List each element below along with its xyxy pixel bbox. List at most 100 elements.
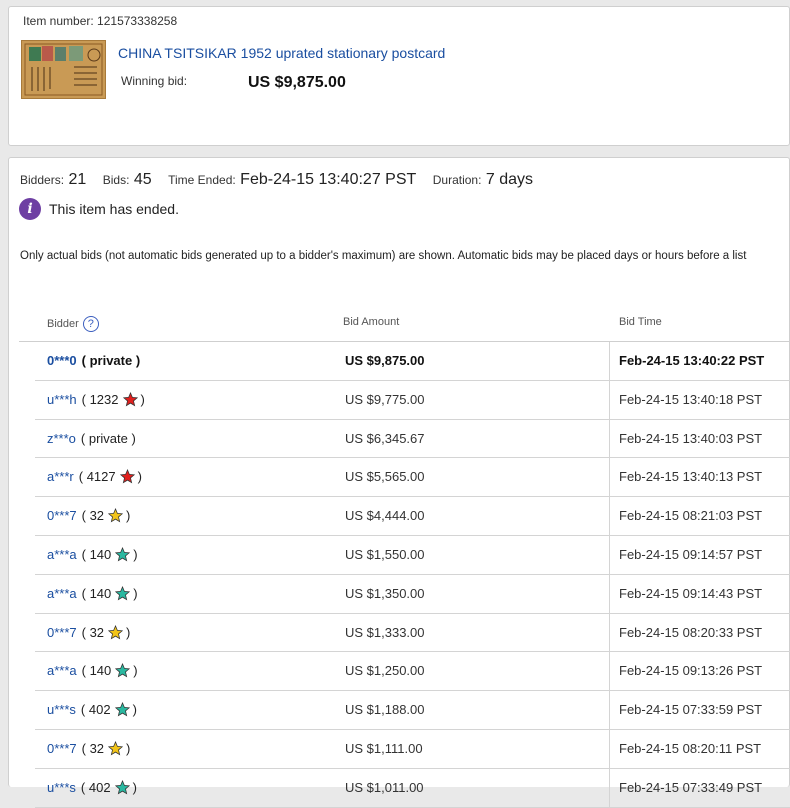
- bidder-feedback: ( 4127: [78, 469, 116, 485]
- column-header-time: Bid Time: [619, 316, 662, 328]
- teal-star-icon[interactable]: [115, 546, 131, 562]
- column-separator: [609, 458, 610, 497]
- teal-star-icon[interactable]: [114, 702, 130, 717]
- bid-time: Feb-24-15 07:33:59 PST: [619, 702, 763, 718]
- yellow-star-icon[interactable]: [108, 740, 124, 756]
- time-ended-label: Time Ended:: [168, 173, 236, 187]
- bidder-name-link[interactable]: 0***0: [47, 353, 77, 368]
- teal-star-icon[interactable]: [115, 663, 131, 678]
- item-ended-notice: i This item has ended.: [19, 198, 179, 220]
- teal-star-icon[interactable]: [115, 585, 131, 601]
- bid-time: Feb-24-15 08:21:03 PST: [619, 508, 763, 524]
- bid-time: Feb-24-15 08:20:33 PST: [619, 624, 763, 640]
- bidder-name-link[interactable]: u***h: [47, 392, 77, 407]
- info-icon: i: [19, 198, 41, 220]
- bidder-cell: 0***0 ( private ): [47, 353, 140, 368]
- teal-star-icon[interactable]: [114, 779, 130, 795]
- feedback-close-paren: ): [132, 702, 137, 718]
- bid-time: Feb-24-15 08:20:11 PST: [619, 740, 762, 756]
- item-title-link[interactable]: CHINA TSITSIKAR 1952 uprated stationary …: [118, 45, 445, 61]
- bidder-feedback: ( private ): [80, 430, 136, 446]
- bidder-feedback: ( 140: [81, 546, 112, 562]
- bid-history-panel: Bidders: 21 Bids: 45 Time Ended: Feb-24-…: [8, 157, 790, 808]
- bid-time: Feb-24-15 09:14:43 PST: [619, 585, 763, 601]
- bidder-cell: a***a ( 140): [47, 663, 138, 678]
- bid-history-table: 0***0 ( private ) US $9,875.00 Feb-24-15 13…: [9, 342, 790, 808]
- item-number-value: 121573338258: [97, 14, 178, 28]
- feedback-close-paren: ): [133, 546, 138, 562]
- winning-bid-value: US $9,875.00: [248, 74, 346, 91]
- column-header-bidder-label: Bidder: [47, 317, 79, 330]
- column-header-amount: Bid Amount: [343, 316, 400, 328]
- bid-row: a***a ( 140) US $1,550.00 Feb-24-15 09:14:5…: [35, 535, 790, 575]
- auction-stats: Bidders: 21 Bids: 45 Time Ended: Feb-24-…: [20, 171, 545, 193]
- bid-row: a***a ( 140) US $1,350.00 Feb-24-15 09:14:4…: [35, 574, 790, 614]
- item-thumbnail[interactable]: [21, 40, 106, 99]
- column-separator: [609, 574, 610, 613]
- bid-time: Feb-24-15 13:40:18 PST: [619, 391, 763, 407]
- bid-row: 0***7 ( 32) US $4,444.00 Feb-24-15 08:21:03…: [35, 497, 790, 536]
- bid-row: a***a ( 140) US $1,250.00 Feb-24-15 09:13:2…: [35, 652, 790, 692]
- bidder-name-link[interactable]: a***a: [47, 663, 77, 678]
- red-star-icon[interactable]: [119, 469, 135, 484]
- bidder-name-link[interactable]: u***s: [47, 780, 76, 795]
- bidder-name-link[interactable]: u***s: [47, 702, 76, 717]
- bid-time: Feb-24-15 13:40:22 PST: [619, 353, 765, 368]
- item-ended-text: This item has ended.: [49, 201, 179, 217]
- bid-row: 0***7 ( 32) US $1,111.00 Feb-24-15 08:20:11…: [35, 729, 790, 769]
- column-separator: [609, 497, 610, 535]
- feedback-close-paren: ): [126, 624, 131, 640]
- column-separator: [609, 380, 610, 419]
- bidder-name-link[interactable]: 0***7: [47, 625, 77, 640]
- red-star-icon[interactable]: [122, 391, 138, 407]
- help-icon[interactable]: ?: [82, 316, 99, 332]
- column-separator: [609, 342, 610, 380]
- feedback-close-paren: ): [140, 391, 145, 407]
- bid-time: Feb-24-15 07:33:49 PST: [619, 779, 763, 795]
- bid-note: Only actual bids (not automatic bids gen…: [20, 250, 747, 262]
- column-separator: [609, 729, 610, 768]
- feedback-close-paren: ): [132, 779, 137, 795]
- bidder-name-link[interactable]: 0***7: [47, 508, 77, 523]
- bidder-cell: 0***7 ( 32): [47, 624, 131, 640]
- feedback-close-paren: ): [126, 740, 131, 756]
- bidder-feedback: ( 402: [80, 779, 111, 795]
- bid-row: 0***0 ( private ) US $9,875.00 Feb-24-15 13…: [35, 342, 790, 381]
- bid-time: Feb-24-15 09:14:57 PST: [619, 546, 763, 562]
- bid-amount: US $1,111.00: [345, 740, 423, 756]
- bidder-cell: a***a ( 140): [47, 546, 138, 562]
- bidder-name-link[interactable]: a***r: [47, 469, 74, 484]
- bid-row: a***r ( 4127) US $5,565.00 Feb-24-15 13:40:…: [35, 458, 790, 498]
- bid-amount: US $1,350.00: [345, 585, 425, 601]
- bid-row: u***h ( 1232) US $9,775.00 Feb-24-15 13:40:…: [35, 380, 790, 420]
- bidder-cell: u***s ( 402): [47, 779, 137, 795]
- yellow-star-icon[interactable]: [108, 624, 124, 640]
- bidder-name-link[interactable]: a***a: [47, 586, 77, 601]
- bidder-cell: u***h ( 1232): [47, 391, 145, 407]
- bidder-cell: a***a ( 140): [47, 585, 138, 601]
- feedback-close-paren: ): [126, 508, 131, 524]
- bid-amount: US $9,775.00: [345, 391, 425, 407]
- bidder-feedback: ( 140: [81, 663, 112, 679]
- item-summary-panel: Item number: 121573338258 CHINA TSITSIKA…: [8, 6, 790, 146]
- column-separator: [609, 768, 610, 807]
- bids-label: Bids:: [102, 173, 130, 187]
- bidder-name-link[interactable]: a***a: [47, 547, 77, 562]
- bid-amount: US $1,333.00: [345, 624, 425, 640]
- bidder-feedback: ( 32: [81, 624, 105, 640]
- bidder-name-link[interactable]: 0***7: [47, 741, 77, 756]
- winning-bid-label: Winning bid:: [121, 74, 188, 88]
- yellow-star-icon[interactable]: [108, 508, 124, 523]
- column-header-bidder: Bidder?: [47, 316, 99, 332]
- bidder-feedback: ( 32: [81, 508, 105, 524]
- bidder-cell: 0***7 ( 32): [47, 508, 130, 523]
- bidder-feedback: ( 1232: [81, 391, 119, 407]
- item-number-label: Item number:: [23, 14, 94, 28]
- time-ended-value: Feb-24-15 13:40:27 PST: [240, 171, 417, 188]
- bidder-feedback: ( 402: [80, 702, 111, 718]
- bid-time: Feb-24-15 13:40:03 PST: [619, 430, 763, 446]
- bidder-name-link[interactable]: z***o: [47, 431, 76, 446]
- feedback-close-paren: ): [133, 663, 138, 679]
- bid-amount: US $1,188.00: [345, 702, 425, 718]
- bid-amount: US $4,444.00: [345, 508, 425, 524]
